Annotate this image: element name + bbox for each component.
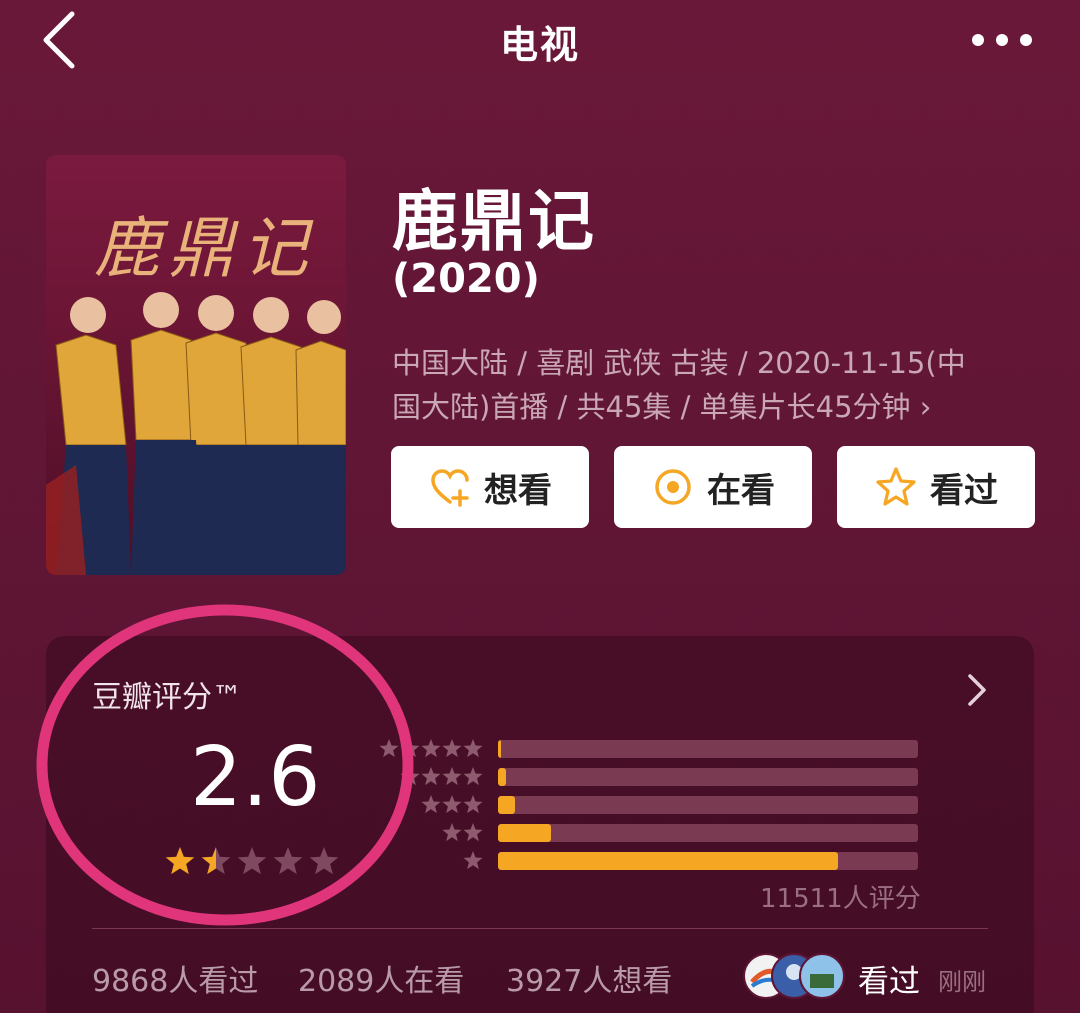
rating-star [201, 847, 231, 875]
rating-bar-row [380, 794, 920, 816]
chevron-right-icon [968, 674, 986, 706]
bar-star [421, 767, 441, 786]
show-meta-line[interactable]: 国大陆)首播 / 共45集 / 单集片长45分钟 › [392, 384, 931, 426]
show-meta-line[interactable]: 中国大陆 / 喜剧 武侠 古装 / 2020-11-15(中 [392, 340, 966, 382]
rating-bar-fill [498, 852, 839, 870]
rating-bar-fill [498, 740, 501, 758]
rating-bar-track [498, 768, 918, 786]
poster-image[interactable]: 鹿鼎记 [46, 155, 346, 575]
top-bar: 电视 [0, 0, 1080, 85]
bar-star [463, 823, 483, 842]
rating-bar-row [380, 766, 920, 788]
rating-label: 豆瓣评分™ [92, 680, 242, 715]
bar-star [421, 795, 441, 814]
poster-artwork [46, 292, 346, 575]
heart-plus-icon [431, 469, 469, 507]
bar-star [463, 767, 483, 786]
bar-star [442, 767, 462, 786]
bar-star [463, 851, 483, 870]
rating-bar-track [498, 796, 918, 814]
rating-bar-fill [498, 796, 515, 814]
watching-label: 在看 [707, 470, 775, 511]
bar-star [442, 739, 462, 758]
friend-action: 看过 [858, 964, 920, 1000]
divider [92, 928, 988, 929]
rating-bar-fill [498, 768, 507, 786]
more-dots-icon [972, 34, 1032, 46]
rating-bar-row [379, 738, 920, 760]
rating-star [165, 847, 195, 875]
rating-bar-stars [442, 823, 483, 842]
rating-bar-track [498, 824, 918, 842]
show-year: (2020) [392, 256, 540, 302]
watched-label: 看过 [930, 470, 998, 511]
bar-star [379, 739, 399, 758]
watched-count[interactable]: 9868人看过 [92, 956, 258, 1000]
watching-button[interactable]: 在看 [614, 446, 812, 528]
show-title: 鹿鼎记 [392, 183, 596, 260]
star-outline-icon [876, 467, 916, 506]
rating-score: 2.6 [190, 730, 321, 825]
target-circle-icon [655, 469, 691, 505]
more-options-button[interactable] [964, 22, 1040, 58]
watched-button[interactable]: 看过 [837, 446, 1035, 528]
rating-bar-stars [421, 795, 483, 814]
rating-star [309, 847, 339, 875]
page-title: 电视 [499, 23, 580, 67]
bar-star [442, 795, 462, 814]
want-to-watch-button[interactable]: 想看 [391, 446, 589, 528]
friend-avatars[interactable] [742, 952, 848, 1000]
rating-star [273, 847, 303, 875]
rating-bar-fill [498, 824, 551, 842]
rating-bar-track [498, 740, 918, 758]
rating-count: 11511人评分 [760, 884, 921, 914]
rating-bar-stars [379, 739, 483, 758]
bar-star [463, 795, 483, 814]
rating-detail-button[interactable] [962, 672, 992, 708]
bar-star [442, 823, 462, 842]
want-count[interactable]: 3927人想看 [506, 956, 672, 1000]
rating-bar-track [498, 852, 918, 870]
rating-bar-stars [463, 851, 483, 870]
want-to-watch-label: 想看 [484, 470, 552, 511]
rating-bar-row [380, 850, 920, 872]
avatar-group [743, 953, 845, 999]
watching-count[interactable]: 2089人在看 [298, 956, 464, 1000]
bar-star [400, 767, 420, 786]
rating-stars [165, 847, 339, 875]
rating-bar-row [380, 822, 920, 844]
rating-star [237, 847, 267, 875]
rating-bar-stars [400, 767, 483, 786]
bar-star [463, 739, 483, 758]
bar-star [400, 739, 420, 758]
bar-star [421, 739, 441, 758]
friend-time: 刚刚 [938, 968, 986, 996]
